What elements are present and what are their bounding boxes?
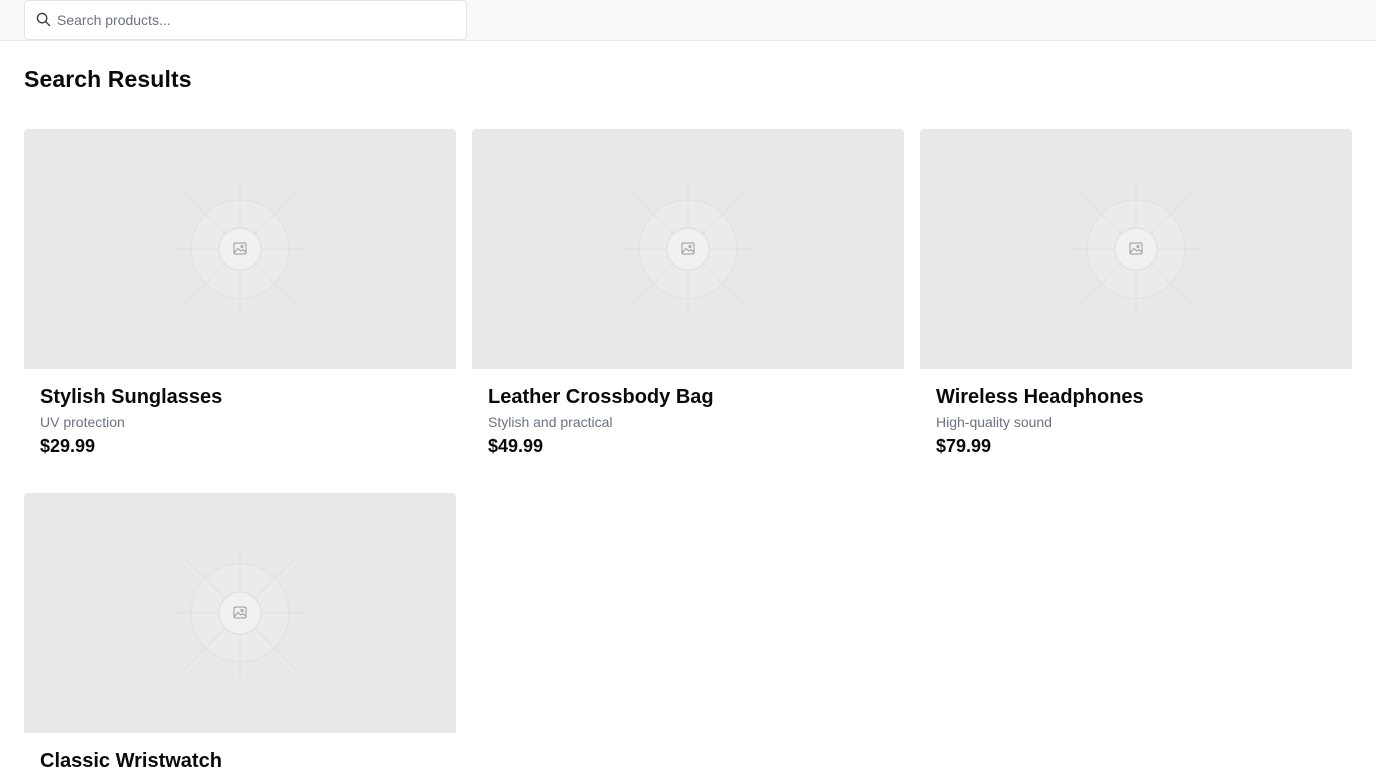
- product-card[interactable]: Classic Wristwatch: [24, 493, 456, 772]
- search-icon: [36, 12, 51, 27]
- product-description: High-quality sound: [936, 414, 1052, 430]
- product-card[interactable]: Wireless Headphones High-quality sound $…: [920, 129, 1352, 456]
- product-image-placeholder[interactable]: [24, 129, 456, 369]
- product-image-placeholder[interactable]: [920, 129, 1352, 369]
- product-price: $79.99: [936, 436, 992, 456]
- product-name[interactable]: Classic Wristwatch: [40, 750, 222, 773]
- product-name[interactable]: Stylish Sunglasses: [40, 386, 222, 409]
- product-card[interactable]: Leather Crossbody Bag Stylish and practi…: [472, 129, 904, 456]
- top-bar: [0, 0, 1376, 41]
- product-image-placeholder[interactable]: [24, 493, 456, 733]
- search-box[interactable]: [24, 0, 467, 40]
- product-price: $29.99: [40, 436, 96, 456]
- page-title: Search Results: [24, 66, 192, 92]
- product-description: Stylish and practical: [488, 414, 613, 430]
- product-name[interactable]: Wireless Headphones: [936, 386, 1144, 409]
- product-image-placeholder[interactable]: [472, 129, 904, 369]
- product-name[interactable]: Leather Crossbody Bag: [488, 386, 714, 409]
- search-input[interactable]: [57, 1, 457, 39]
- product-card[interactable]: Stylish Sunglasses UV protection $29.99: [24, 129, 456, 456]
- product-description: UV protection: [40, 414, 125, 430]
- product-price: $49.99: [488, 436, 544, 456]
